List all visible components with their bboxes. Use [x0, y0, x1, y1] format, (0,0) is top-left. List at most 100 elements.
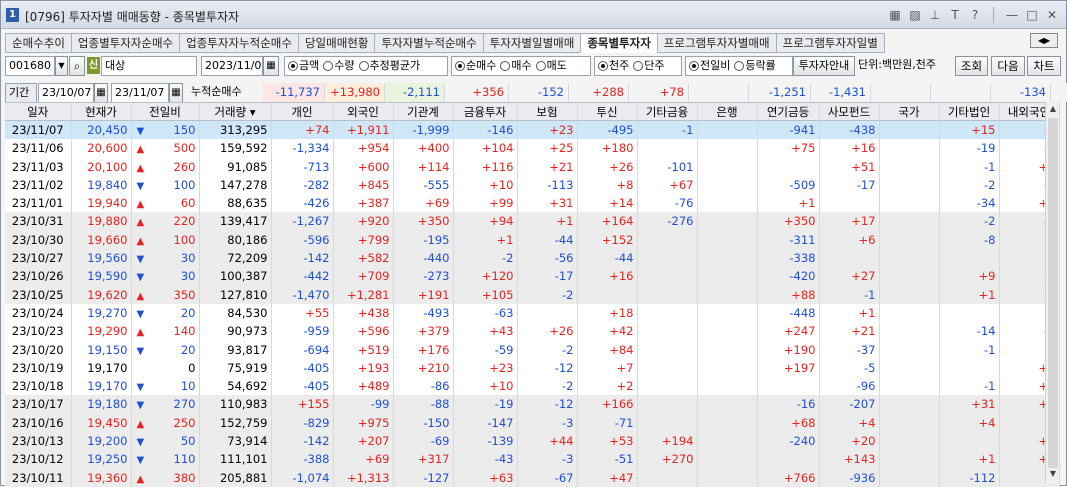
- compare-radio-2[interactable]: 등락률: [734, 57, 776, 75]
- close-icon[interactable]: ✕: [1044, 6, 1060, 24]
- column-header-16[interactable]: 기타법인: [939, 101, 1000, 122]
- radio-dot-icon[interactable]: [734, 61, 745, 71]
- table-row[interactable]: 23/10/3019,660 10080,186-596+799-195+1-44…: [5, 230, 1060, 249]
- stock-code-dropdown-icon[interactable]: ▼: [55, 56, 68, 76]
- share-unit-radio-2[interactable]: 단주: [633, 57, 665, 75]
- investor-value-cell: +1: [939, 450, 1000, 469]
- table-row[interactable]: 23/10/1819,170 1054,692-405+489-86+10-2+2…: [5, 376, 1060, 396]
- value-type-radio-3[interactable]: 추정평균가: [358, 57, 420, 75]
- table-row[interactable]: 23/11/0119,9406088,635-426+387+69+99+31+…: [5, 193, 1060, 213]
- radio-dot-icon[interactable]: [598, 61, 608, 71]
- help-icon[interactable]: ?: [967, 6, 983, 24]
- investor-value-cell: -405: [271, 358, 334, 377]
- maximize-icon[interactable]: □: [1024, 6, 1040, 24]
- vertical-scrollbar[interactable]: ▲ ▼: [1045, 102, 1059, 483]
- sort-icon[interactable]: ▾: [246, 105, 256, 119]
- side-radio-3[interactable]: 매도: [535, 57, 567, 75]
- table-row[interactable]: 23/11/0720,450150313,295+74+1,911-1,999-…: [5, 120, 1060, 140]
- tab-7[interactable]: 종목별투자자: [580, 33, 657, 53]
- chart-button[interactable]: 차트: [1027, 56, 1061, 76]
- radio-dot-icon[interactable]: [288, 61, 298, 71]
- table-row[interactable]: 23/10/2619,59030100,387-442+709-273+120-…: [5, 267, 1060, 286]
- side-radio-1[interactable]: 순매수: [455, 57, 496, 75]
- investor-value-cell: -69: [393, 431, 454, 451]
- date-cell: 23/11/07: [5, 120, 72, 140]
- period-to-calendar-icon[interactable]: ▦: [169, 83, 183, 103]
- table-row[interactable]: 23/11/0620,600500159,592-1,334+954+400+1…: [5, 139, 1060, 158]
- radio-dot-icon[interactable]: [358, 61, 369, 71]
- column-header-4[interactable]: 거래량 ▾: [199, 101, 272, 122]
- radio-dot-icon[interactable]: [689, 61, 699, 71]
- table-row[interactable]: 23/10/19 19,170 0 75,919 -405 +193 +210 +23 -12 +…: [5, 358, 1060, 377]
- stock-name-field[interactable]: 대상: [101, 56, 197, 76]
- font-icon[interactable]: T: [947, 6, 963, 24]
- table-row[interactable]: 23/10/1719,180 270110,983+155-99-88-19-12…: [5, 395, 1060, 414]
- next-button[interactable]: 다음: [991, 56, 1025, 76]
- column-header-15[interactable]: 국가: [879, 101, 940, 122]
- scroll-down-icon[interactable]: ▼: [1046, 467, 1060, 481]
- minimize-icon[interactable]: —: [1004, 6, 1020, 24]
- tab-6[interactable]: 투자자별일별매매: [482, 33, 581, 53]
- date-input[interactable]: 2023/11/07: [201, 56, 263, 76]
- price-cell: 19,150: [71, 340, 132, 359]
- radio-dot-icon[interactable]: [455, 61, 465, 71]
- tab-2[interactable]: 업종별투자자순매수: [70, 33, 180, 53]
- tab-scroll-arrows[interactable]: ◀▶: [1030, 33, 1058, 48]
- column-header-5[interactable]: 개인: [271, 101, 334, 122]
- table-row[interactable]: 23/10/1619,450 250152,759-829+975-150-147…: [5, 413, 1060, 432]
- tab-5[interactable]: 투자자별누적순매수: [374, 33, 483, 53]
- column-header-6[interactable]: 외국인: [333, 101, 394, 122]
- column-header-2[interactable]: 현재가: [71, 101, 132, 122]
- column-header-13[interactable]: 연기금등: [757, 101, 820, 122]
- share-unit-radio-1[interactable]: 천주: [598, 57, 629, 75]
- period-from-calendar-icon[interactable]: ▦: [94, 83, 108, 103]
- column-header-7[interactable]: 기관계: [393, 101, 454, 122]
- radio-dot-icon[interactable]: [535, 61, 546, 71]
- radio-dot-icon[interactable]: [633, 61, 644, 71]
- table-row[interactable]: 23/10/1219,250 110111,101-388+69+317-43-3…: [5, 450, 1060, 469]
- query-button[interactable]: 조회: [955, 56, 988, 76]
- stock-code-input[interactable]: 001680: [5, 56, 55, 76]
- tab-9[interactable]: 프로그램투자자일별: [775, 33, 885, 53]
- table-row[interactable]: 23/11/0320,10026091,085-713+600+114+116+…: [5, 157, 1060, 176]
- column-header-9[interactable]: 보험: [517, 101, 578, 122]
- scroll-thumb[interactable]: [1048, 118, 1058, 468]
- investor-value-cell: [879, 157, 940, 176]
- compare-radio-1[interactable]: 전일비: [689, 57, 730, 75]
- column-header-14[interactable]: 사모펀드: [819, 101, 880, 122]
- value-type-radio-1[interactable]: 금액: [288, 57, 319, 75]
- radio-dot-icon[interactable]: [500, 61, 511, 71]
- tab-3[interactable]: 업종투자자누적순매수: [179, 33, 298, 53]
- value-type-radio-2[interactable]: 수량: [323, 57, 355, 75]
- column-header-1[interactable]: 일자: [5, 101, 72, 122]
- scroll-up-icon[interactable]: ▲: [1046, 102, 1060, 116]
- tab-1[interactable]: 순매수추이: [5, 33, 71, 53]
- pin-icon[interactable]: ⊥: [927, 6, 943, 24]
- table-row[interactable]: 23/10/1319,200 5073,914-142+207-69-139+44…: [5, 431, 1060, 451]
- table-row[interactable]: 23/10/2519,620 350127,810-1,470+1,281+191…: [5, 285, 1060, 304]
- table-row[interactable]: 23/10/2719,5603072,209-142+582-440-2-56-…: [5, 248, 1060, 268]
- column-header-10[interactable]: 투신: [577, 101, 638, 122]
- tab-4[interactable]: 당일매매현황: [297, 33, 375, 53]
- investor-guide-button[interactable]: 투자자안내: [793, 56, 855, 76]
- column-header-3[interactable]: 전일비: [131, 101, 200, 122]
- search-icon[interactable]: ⌕: [69, 56, 85, 76]
- link-icon[interactable]: ▨: [907, 6, 923, 24]
- tab-8[interactable]: 프로그램투자자별매매: [656, 33, 776, 53]
- radio-dot-icon[interactable]: [323, 61, 334, 71]
- table-row[interactable]: 23/10/2319,29014090,973-959+596+379+43+2…: [5, 322, 1060, 341]
- table-row[interactable]: 23/11/0219,840100147,278-282+845-555+10-…: [5, 175, 1060, 194]
- table-row[interactable]: 23/10/2419,270 2084,530+55+438-493-63 +18 -…: [5, 303, 1060, 323]
- side-radio-2[interactable]: 매수: [500, 57, 532, 75]
- column-header-11[interactable]: 기타금융: [637, 101, 698, 122]
- column-header-12[interactable]: 은행: [697, 101, 758, 122]
- down-triangle-icon: [135, 397, 145, 411]
- table-row[interactable]: 23/10/2019,1502093,817-694+519+176-59-2+…: [5, 340, 1060, 359]
- table-row[interactable]: 23/10/3119,880220139,417-1,267+920+350+9…: [5, 212, 1060, 231]
- period-to-input[interactable]: 23/11/07: [111, 83, 169, 103]
- column-header-8[interactable]: 금융투자: [453, 101, 518, 122]
- calendar-icon[interactable]: ▦: [263, 56, 279, 76]
- table-row[interactable]: 23/10/1119,360 380205,881-1,074+1,313-127…: [5, 468, 1060, 487]
- period-from-input[interactable]: 23/10/07: [38, 83, 94, 103]
- grid-icon[interactable]: ▦: [887, 6, 903, 24]
